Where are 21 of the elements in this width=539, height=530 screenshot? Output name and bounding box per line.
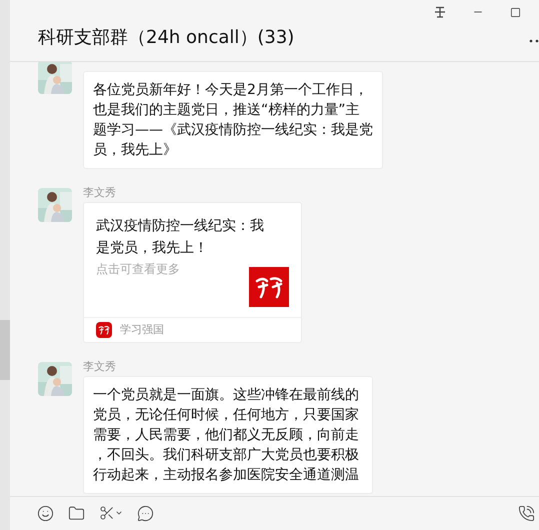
logo-icon bbox=[249, 267, 289, 307]
chat-icon[interactable] bbox=[137, 504, 154, 522]
message-bubble: 各位党员新年好！今天是2月第一个工作日，也是我们的主题党日，推送“榜样的力量”主题学习——《武汉疫情防控一线纪实：我是党员，我先上》 bbox=[83, 71, 383, 169]
card-title: 武汉疫情防控一线纪实：我是党员，我先上！ bbox=[96, 217, 265, 258]
sender-name: 李文秀 bbox=[83, 185, 117, 201]
window-title: 科研支部群（24h oncall）(33) bbox=[38, 26, 294, 50]
screenshot-button[interactable] bbox=[99, 505, 123, 521]
pin-icon[interactable] bbox=[434, 6, 446, 18]
card-hint: 点击可查看更多 bbox=[96, 261, 180, 277]
link-card[interactable]: 武汉疫情防控一线纪实：我是党员，我先上！ 点击可查看更多 学习强国 bbox=[83, 202, 302, 343]
scrollbar-thumb[interactable] bbox=[0, 320, 10, 380]
maximize-icon[interactable] bbox=[510, 6, 521, 18]
call-icon[interactable] bbox=[518, 504, 535, 522]
caret-icon[interactable] bbox=[115, 509, 123, 517]
emoji-icon[interactable] bbox=[37, 504, 54, 522]
card-source: 学习强国 bbox=[120, 322, 164, 338]
logo-icon bbox=[96, 322, 112, 338]
message-bubble: 一个党员就是一面旗。这些冲锋在最前线的党员，无论任何时候，任何地方，只要国家需要，人民需要，他们都义无反顾，向前走，不回头。我们科研支部广大党员也要积极行动起来，主动报名参加医院安全通道测温 bbox=[83, 376, 373, 494]
more-icon[interactable] bbox=[529, 39, 539, 43]
folder-icon[interactable] bbox=[68, 504, 85, 522]
sender-name: 李文秀 bbox=[83, 359, 117, 375]
